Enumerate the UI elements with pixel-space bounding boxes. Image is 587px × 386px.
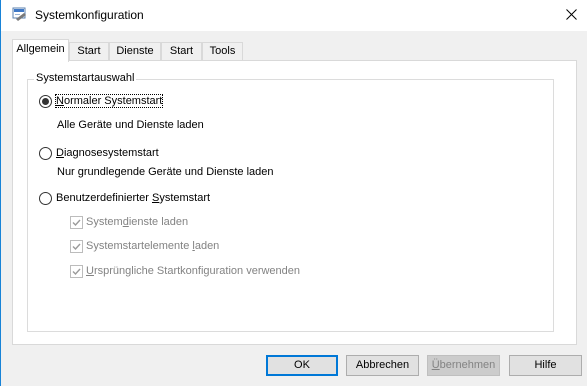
title-bar: Systemkonfiguration — [1, 0, 587, 31]
apply-button-label: Übernehmen — [431, 359, 496, 371]
ok-button-label: OK — [294, 359, 310, 371]
cancel-button[interactable]: Abbrechen — [346, 355, 419, 376]
normal-startup-radio[interactable] — [39, 95, 52, 108]
normal-startup-label[interactable]: Normaler Systemstart — [54, 94, 164, 108]
radio-selected-dot — [42, 98, 49, 105]
tab-label: Tools — [209, 45, 236, 57]
close-button[interactable] — [554, 0, 587, 31]
tab-label: Start — [169, 45, 194, 57]
tab-label: Dienste — [116, 45, 154, 57]
msconfig-icon — [12, 7, 27, 22]
apply-button[interactable]: Übernehmen — [427, 355, 500, 376]
normal-startup-description: Alle Geräte und Dienste laden — [57, 119, 204, 131]
custom-startup-radio[interactable] — [39, 192, 52, 205]
window-title: Systemkonfiguration — [35, 8, 144, 22]
tab-label: Start — [77, 45, 101, 57]
load-startup-items-label[interactable]: Systemstartelemente laden — [86, 240, 219, 252]
help-button-label: Hilfe — [534, 359, 557, 371]
use-original-boot-config-label[interactable]: Ursprüngliche Startkonfiguration verwend… — [86, 265, 300, 277]
tab-panel-allgemein: Systemstartauswahl Normaler Systemstart … — [12, 60, 577, 345]
load-system-services-label[interactable]: Systemdienste laden — [86, 216, 188, 228]
diagnostic-startup-label[interactable]: Diagnosesystemstart — [56, 147, 159, 159]
system-configuration-window: Systemkonfiguration Allgemein Start Dien… — [0, 0, 587, 386]
diagnostic-startup-description: Nur grundlegende Geräte und Dienste lade… — [57, 166, 274, 178]
checkmark-icon — [72, 219, 81, 227]
tab-allgemein[interactable]: Allgemein — [12, 39, 69, 62]
checkmark-icon — [72, 268, 81, 276]
tab-start-2[interactable]: Start — [161, 42, 202, 61]
tab-tools[interactable]: Tools — [202, 42, 243, 61]
cancel-button-label: Abbrechen — [355, 359, 410, 371]
group-title: Systemstartauswahl — [34, 72, 137, 84]
tab-label: Allgemein — [16, 43, 65, 55]
tab-start[interactable]: Start — [69, 42, 109, 61]
checkmark-icon — [72, 243, 81, 251]
use-original-boot-config-checkbox[interactable] — [70, 265, 83, 278]
diagnostic-startup-radio[interactable] — [39, 147, 52, 160]
tab-dienste[interactable]: Dienste — [109, 42, 161, 61]
ok-button[interactable]: OK — [266, 355, 338, 376]
help-button[interactable]: Hilfe — [509, 355, 582, 376]
startup-selection-group: Systemstartauswahl Normaler Systemstart … — [27, 72, 554, 332]
load-startup-items-checkbox[interactable] — [70, 240, 83, 253]
load-system-services-checkbox[interactable] — [70, 216, 83, 229]
custom-startup-label[interactable]: Benutzerdefinierter Systemstart — [56, 192, 210, 204]
close-icon — [565, 8, 577, 23]
